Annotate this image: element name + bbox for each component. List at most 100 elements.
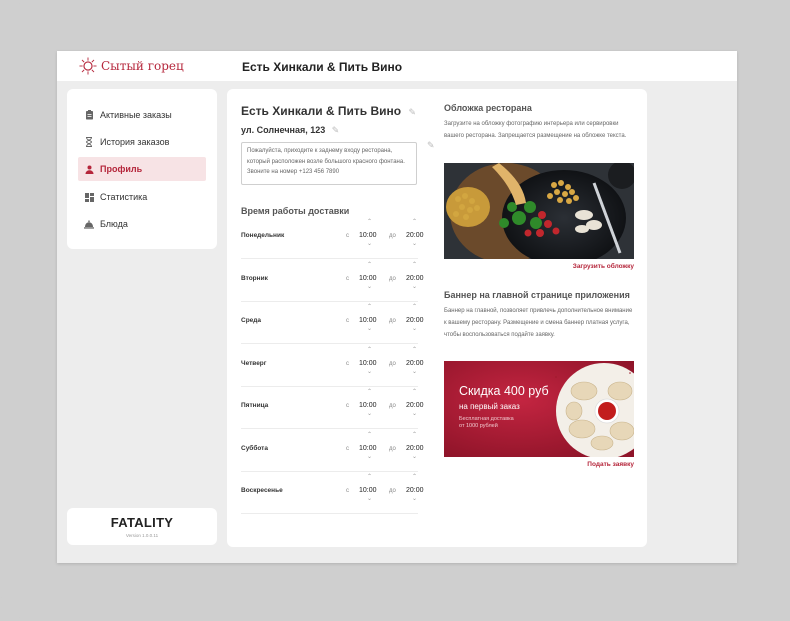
apply-banner-link[interactable]: Подать заявку xyxy=(587,461,634,468)
from-time-down-chevron-icon[interactable]: ⌄ xyxy=(367,240,372,247)
from-time-up-chevron-icon[interactable]: ⌃ xyxy=(367,303,372,310)
sidebar-item-statistics[interactable]: Статистика xyxy=(78,185,206,209)
sidebar-item-label: История заказов xyxy=(100,137,170,147)
sidebar-item-dishes[interactable]: Блюда xyxy=(78,212,206,236)
from-time-up-chevron-icon[interactable]: ⌃ xyxy=(367,431,372,438)
day-name: Суббота xyxy=(241,444,268,452)
to-time-up-chevron-icon[interactable]: ⌃ xyxy=(412,261,417,268)
to-time-up-chevron-icon[interactable]: ⌃ xyxy=(412,218,417,225)
to-time-up-chevron-icon[interactable]: ⌃ xyxy=(412,388,417,395)
from-label: с xyxy=(346,488,349,494)
day-name: Воскресенье xyxy=(241,487,283,494)
sidebar-item-label: Профиль xyxy=(100,164,143,174)
to-time-up-chevron-icon[interactable]: ⌃ xyxy=(412,303,417,310)
delivery-day-row: Понедельник с 10:00 до 20:00 ⌃ ⌄ ⌃ ⌄ xyxy=(241,216,424,259)
delivery-hours-title: Время работы доставки xyxy=(241,206,350,216)
to-label: до xyxy=(389,360,396,367)
delivery-day-row: Воскресенье с 10:00 до 20:00 ⌃ ⌄ ⌃ ⌄ xyxy=(241,471,424,514)
banner-small-line-2: от 1000 рублей xyxy=(459,423,498,429)
to-time-down-chevron-icon[interactable]: ⌄ xyxy=(412,495,417,502)
restaurant-name-row: Есть Хинкали & Пить Вино ✎ xyxy=(241,104,416,118)
delivery-day-row: Четверг с 10:00 до 20:00 ⌃ ⌄ ⌃ ⌄ xyxy=(241,344,424,387)
logo-text: Сытый горец xyxy=(101,59,184,73)
day-name: Четверг xyxy=(241,359,267,367)
upload-cover-link[interactable]: Загрузить обложку xyxy=(573,263,634,270)
top-bar: Сытый горец Есть Хинкали & Пить Вино xyxy=(57,51,737,81)
to-time-up-chevron-icon[interactable]: ⌃ xyxy=(412,473,417,480)
cover-description: Загрузите на обложку фотографию интерьер… xyxy=(444,121,627,139)
from-time[interactable]: 10:00 xyxy=(359,402,377,409)
to-label: до xyxy=(389,233,396,239)
from-label: с xyxy=(346,403,349,409)
restaurant-name[interactable]: Есть Хинкали & Пить Вино xyxy=(241,104,401,118)
to-time-down-chevron-icon[interactable]: ⌄ xyxy=(412,410,417,417)
to-time-down-chevron-icon[interactable]: ⌄ xyxy=(412,368,417,375)
to-time-down-chevron-icon[interactable]: ⌄ xyxy=(412,283,417,290)
from-time-up-chevron-icon[interactable]: ⌃ xyxy=(367,261,372,268)
to-time[interactable]: 20:00 xyxy=(406,445,424,452)
to-time[interactable]: 20:00 xyxy=(406,487,424,494)
from-time-up-chevron-icon[interactable]: ⌃ xyxy=(367,473,372,480)
sidebar-item-order-history[interactable]: История заказов xyxy=(78,130,206,154)
from-label: с xyxy=(346,445,349,452)
edit-address-pencil-icon[interactable]: ✎ xyxy=(332,125,340,135)
from-time-down-chevron-icon[interactable]: ⌄ xyxy=(367,453,372,460)
to-time-down-chevron-icon[interactable]: ⌄ xyxy=(412,325,417,332)
profile-panel: Есть Хинкали & Пить Вино ✎ ул. Солнечная… xyxy=(227,89,647,547)
to-time[interactable]: 20:00 xyxy=(406,360,424,367)
from-time-up-chevron-icon[interactable]: ⌃ xyxy=(367,388,372,395)
from-time[interactable]: 10:00 xyxy=(359,317,377,324)
app-window: Сытый горец Есть Хинкали & Пить Вино Акт… xyxy=(57,51,737,563)
from-time-down-chevron-icon[interactable]: ⌄ xyxy=(367,325,372,332)
brand-box: FATALITY Version 1.0.0.11 xyxy=(67,508,217,545)
from-time[interactable]: 10:00 xyxy=(359,360,377,367)
from-time-down-chevron-icon[interactable]: ⌄ xyxy=(367,495,372,502)
to-time-up-chevron-icon[interactable]: ⌃ xyxy=(412,346,417,353)
to-time[interactable]: 20:00 xyxy=(406,275,424,282)
to-time-down-chevron-icon[interactable]: ⌄ xyxy=(412,240,417,247)
from-time[interactable]: 10:00 xyxy=(359,487,377,494)
to-time[interactable]: 20:00 xyxy=(406,232,424,239)
from-time-down-chevron-icon[interactable]: ⌄ xyxy=(367,410,372,417)
sidebar-item-profile[interactable]: Профиль xyxy=(78,157,206,181)
screenshot-frame: Сытый горец Есть Хинкали & Пить Вино Акт… xyxy=(0,0,790,621)
logo[interactable]: Сытый горец xyxy=(79,57,184,75)
page-title: Есть Хинкали & Пить Вино xyxy=(242,60,403,74)
sidebar-item-label: Активные заказы xyxy=(100,110,172,120)
to-time[interactable]: 20:00 xyxy=(406,402,424,409)
banner-subheadline: на первый заказ xyxy=(459,402,520,411)
banner-small-line-1: Бесплатная доставка xyxy=(459,416,514,422)
to-time-down-chevron-icon[interactable]: ⌄ xyxy=(412,453,417,460)
to-label: до xyxy=(389,318,396,324)
sidebar-item-active-orders[interactable]: Активные заказы xyxy=(78,103,206,127)
cloche-icon xyxy=(78,220,100,229)
from-label: с xyxy=(346,318,349,324)
edit-name-pencil-icon[interactable]: ✎ xyxy=(408,107,416,117)
delivery-day-row: Среда с 10:00 до 20:00 ⌃ ⌄ ⌃ ⌄ xyxy=(241,301,424,344)
from-label: с xyxy=(346,233,349,239)
day-name: Вторник xyxy=(241,274,268,282)
from-label: с xyxy=(346,275,349,282)
from-time[interactable]: 10:00 xyxy=(359,445,377,452)
from-time[interactable]: 10:00 xyxy=(359,232,377,239)
to-time-up-chevron-icon[interactable]: ⌃ xyxy=(412,431,417,438)
brand-version: Version 1.0.0.11 xyxy=(125,533,159,538)
from-time-up-chevron-icon[interactable]: ⌃ xyxy=(367,218,372,225)
from-time-down-chevron-icon[interactable]: ⌄ xyxy=(367,368,372,375)
banner-description: Баннер на главной, позволяет привлечь до… xyxy=(444,308,633,338)
day-name: Среда xyxy=(241,317,262,324)
dashboard-icon xyxy=(78,192,100,202)
from-label: с xyxy=(346,360,349,367)
day-name: Пятница xyxy=(241,402,269,409)
from-time[interactable]: 10:00 xyxy=(359,275,377,282)
from-time-down-chevron-icon[interactable]: ⌄ xyxy=(367,283,372,290)
delivery-note-field[interactable]: Пожалуйста, приходите к заднему входу ре… xyxy=(241,142,417,185)
edit-note-pencil-icon[interactable]: ✎ xyxy=(427,140,435,151)
sidebar-item-label: Блюда xyxy=(100,219,128,229)
brand-name: FATALITY xyxy=(110,515,174,530)
restaurant-address[interactable]: ул. Солнечная, 123 xyxy=(241,125,325,135)
delivery-day-row: Вторник с 10:00 до 20:00 ⌃ ⌄ ⌃ ⌄ xyxy=(241,259,424,302)
cover-image xyxy=(444,163,634,259)
from-time-up-chevron-icon[interactable]: ⌃ xyxy=(367,346,372,353)
to-time[interactable]: 20:00 xyxy=(406,317,424,324)
